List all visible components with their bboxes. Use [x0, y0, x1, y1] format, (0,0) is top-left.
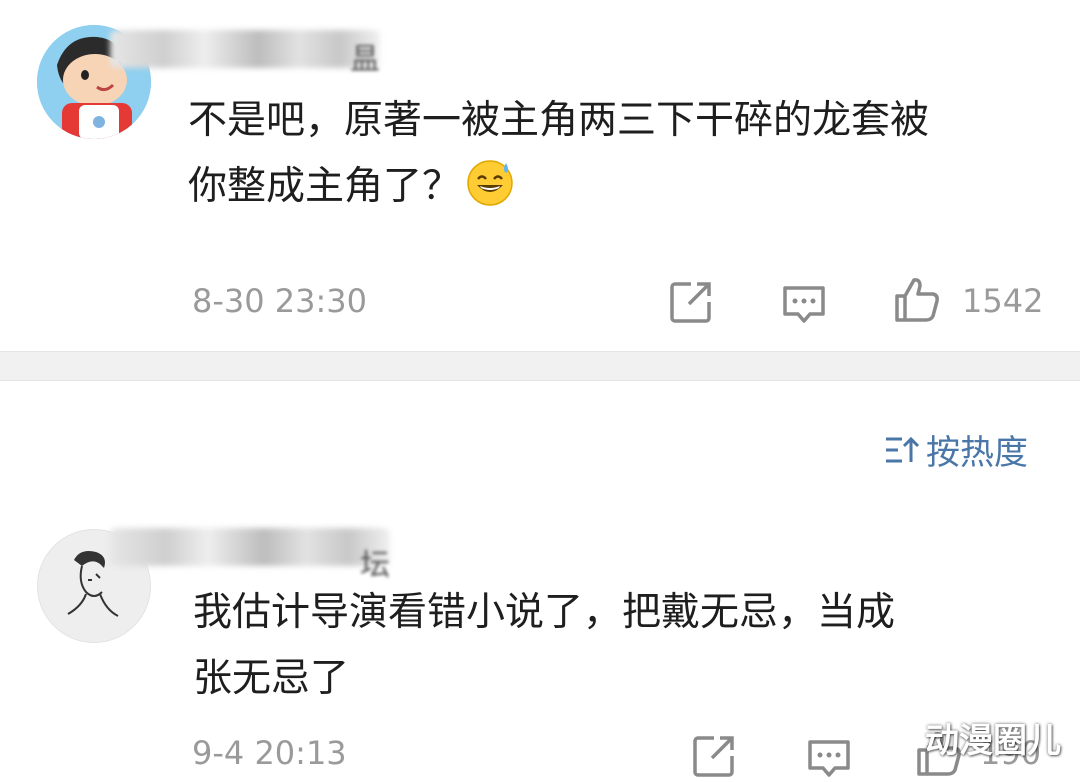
- share-icon[interactable]: [667, 278, 715, 326]
- comment-time: 8-30 23:30: [192, 282, 368, 320]
- comment-line: 你整成主角了？: [188, 164, 462, 209]
- section-divider: [0, 351, 1080, 381]
- comment-icon[interactable]: [805, 734, 853, 782]
- comment-line: 张无忌了: [193, 656, 350, 701]
- comment-line: 不是吧，原著一被主角两三下干碎的龙套被: [188, 98, 930, 143]
- thumbs-up-icon[interactable]: [893, 276, 941, 324]
- sweat-smile-emoji-icon: [467, 160, 513, 206]
- username-redacted[interactable]: [110, 528, 390, 566]
- like-count: 1542: [962, 282, 1044, 320]
- username-redacted[interactable]: [110, 30, 380, 68]
- username-tail: 坛: [360, 548, 390, 583]
- comment-text: 不是吧，原著一被主角两三下干碎的龙套被 你整成主角了？: [188, 88, 1058, 220]
- comment-line: 我估计导演看错小说了，把戴无忌，当成: [193, 590, 896, 635]
- sort-icon: [886, 436, 920, 462]
- share-icon[interactable]: [690, 732, 738, 780]
- username-tail: 昷: [350, 42, 380, 77]
- comment-time: 9-4 20:13: [192, 734, 347, 772]
- comment-icon[interactable]: [780, 280, 828, 328]
- watermark: 动漫圈儿: [925, 721, 1061, 761]
- comment-line-with-emoji: 你整成主角了？: [188, 154, 1058, 220]
- sort-by-heat-button[interactable]: 按热度: [884, 425, 1028, 474]
- comment-text: 我估计导演看错小说了，把戴无忌，当成 张无忌了: [193, 580, 1053, 712]
- sort-label: 按热度: [926, 433, 1028, 473]
